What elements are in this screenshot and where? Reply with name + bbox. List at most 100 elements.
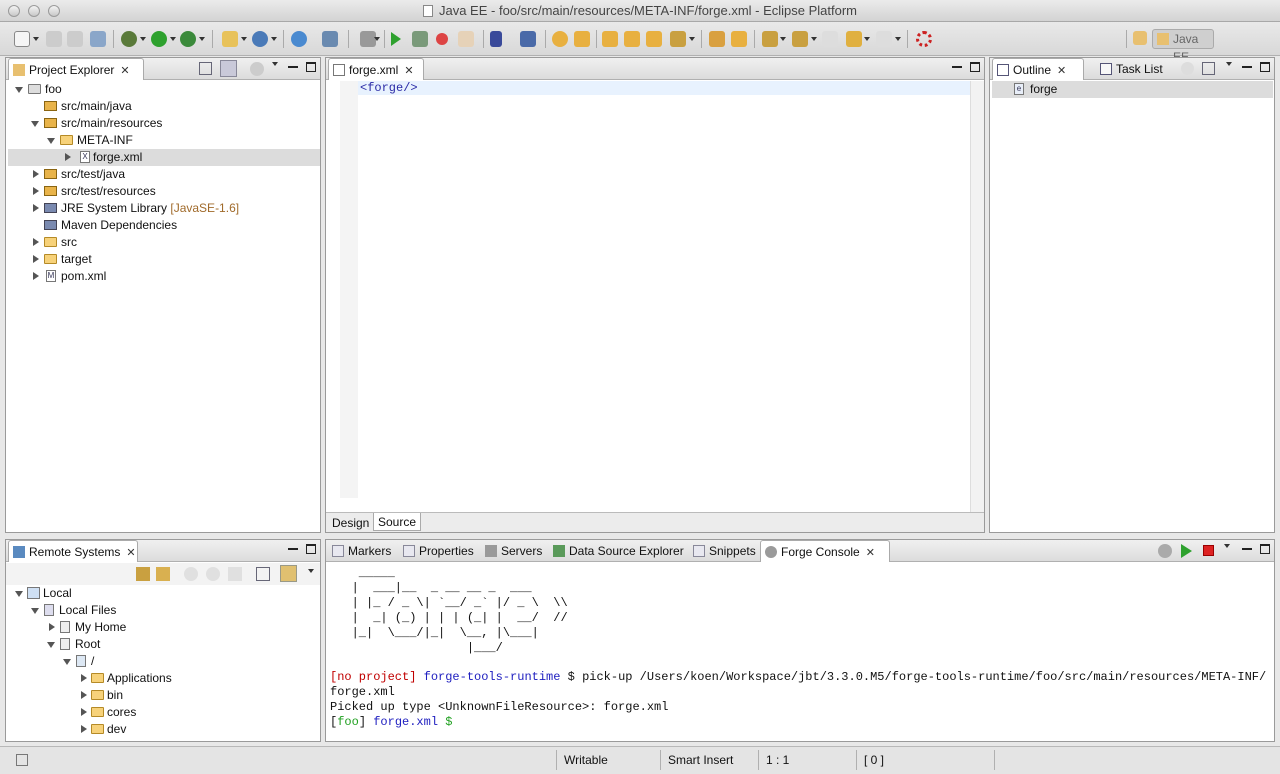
tab-source[interactable]: Source [373, 513, 422, 531]
start-server-icon[interactable] [391, 32, 401, 46]
settings-icon[interactable] [1158, 544, 1172, 558]
chevron-down-icon[interactable] [170, 37, 176, 41]
chevron-down-icon[interactable] [1226, 62, 1232, 66]
tree-item-src-test-java[interactable]: src/test/java [6, 166, 320, 183]
tree-item-src-main-java[interactable]: src/main/java [6, 98, 320, 115]
chevron-down-icon[interactable] [272, 62, 278, 66]
tree-item-local[interactable]: Local [6, 585, 320, 602]
toggle-mark-icon[interactable] [709, 31, 725, 47]
stop-server-icon[interactable] [436, 33, 448, 45]
minimize-button[interactable] [288, 62, 298, 68]
publish-icon[interactable] [458, 31, 474, 47]
search-icon[interactable] [670, 31, 686, 47]
tree-item-target[interactable]: target [6, 251, 320, 268]
chevron-down-icon[interactable] [1224, 544, 1230, 548]
view-menu-icon[interactable] [250, 62, 264, 76]
chevron-down-icon[interactable] [864, 37, 870, 41]
close-icon[interactable]: ✕ [404, 65, 413, 77]
tree-item-applications[interactable]: Applications [6, 670, 320, 687]
previous-annotation-icon[interactable] [792, 31, 808, 47]
expand-icon[interactable] [33, 238, 39, 246]
next-annotation-icon[interactable] [762, 31, 778, 47]
collapse-all-icon[interactable] [256, 567, 270, 581]
expand-icon[interactable] [81, 725, 87, 733]
forge-icon[interactable] [520, 31, 536, 47]
tree-item-maven-dependencies[interactable]: Maven Dependencies [6, 217, 320, 234]
perspective-java-ee[interactable]: Java EE [1152, 29, 1214, 64]
expand-icon[interactable] [33, 170, 39, 178]
expand-icon[interactable] [81, 708, 87, 716]
debug-icon[interactable] [121, 31, 137, 47]
tree-item-bin[interactable]: bin [6, 687, 320, 704]
maximize-button[interactable] [1260, 62, 1270, 72]
collapse-all-icon[interactable] [199, 62, 212, 75]
maximize-button[interactable] [1260, 544, 1270, 554]
tree-item-root[interactable]: Root [6, 636, 320, 653]
expand-icon[interactable] [47, 138, 55, 144]
tab-servers[interactable]: Servers [481, 540, 542, 562]
chevron-down-icon[interactable] [308, 569, 314, 573]
collapse-all-icon[interactable] [1202, 62, 1215, 75]
tab-project-explorer[interactable]: Project Explorer ✕ [8, 58, 144, 80]
open-perspective-icon[interactable] [1133, 31, 1147, 45]
maximize-button[interactable] [306, 62, 316, 72]
minimize-window-button[interactable] [28, 5, 40, 17]
tab-outline[interactable]: Outline ✕ [992, 58, 1084, 80]
chevron-down-icon[interactable] [689, 37, 695, 41]
expand-icon[interactable] [49, 623, 55, 631]
chevron-down-icon[interactable] [895, 37, 901, 41]
last-edit-icon[interactable] [822, 31, 838, 47]
expand-icon[interactable] [47, 642, 55, 648]
expand-icon[interactable] [81, 691, 87, 699]
forward-icon[interactable] [206, 567, 220, 581]
expand-icon[interactable] [33, 187, 39, 195]
minimize-button[interactable] [952, 62, 962, 68]
up-icon[interactable] [228, 567, 242, 581]
chevron-down-icon[interactable] [140, 37, 146, 41]
tree-item-src-test-resources[interactable]: src/test/resources [6, 183, 320, 200]
minimize-button[interactable] [1242, 62, 1252, 68]
close-icon[interactable]: ✕ [866, 547, 875, 559]
tree-item-local-files[interactable]: Local Files [6, 602, 320, 619]
tree-item-pom-xml[interactable]: M pom.xml [6, 268, 320, 285]
hide-icon[interactable] [1181, 62, 1194, 75]
tree-item-dev[interactable]: dev [6, 721, 320, 738]
chevron-down-icon[interactable] [780, 37, 786, 41]
minimize-button[interactable] [1242, 544, 1252, 550]
run-external-icon[interactable] [180, 31, 196, 47]
tree-item-cores[interactable]: cores [6, 704, 320, 721]
expand-icon[interactable] [33, 272, 39, 280]
new-server-icon[interactable] [252, 31, 268, 47]
expand-icon[interactable] [31, 121, 39, 127]
tree-item-foo[interactable]: foo [6, 81, 320, 98]
print-icon[interactable] [90, 31, 106, 47]
maximize-button[interactable] [306, 544, 316, 554]
chevron-down-icon[interactable] [374, 37, 380, 41]
overview-ruler[interactable] [970, 81, 984, 512]
web-browser-icon[interactable] [291, 31, 307, 47]
refresh-icon[interactable] [156, 567, 170, 581]
new-connection-icon[interactable] [136, 567, 150, 581]
tab-snippets[interactable]: Snippets [689, 540, 756, 562]
outline-item-forge[interactable]: e forge [992, 81, 1273, 98]
tree-item-meta-inf[interactable]: META-INF [6, 132, 320, 149]
back-icon[interactable] [846, 31, 862, 47]
tree-item-my-home[interactable]: My Home [6, 619, 320, 636]
minimize-button[interactable] [288, 544, 298, 550]
open-folder-icon[interactable] [574, 31, 590, 47]
new-package-icon[interactable] [602, 31, 618, 47]
editor-text[interactable]: <forge/> [360, 81, 418, 95]
chevron-down-icon[interactable] [271, 37, 277, 41]
stop-forge-icon[interactable] [1203, 545, 1214, 556]
new-interface-icon[interactable] [646, 31, 662, 47]
close-icon[interactable]: ✕ [126, 547, 135, 559]
expand-icon[interactable] [31, 608, 39, 614]
zoom-window-button[interactable] [48, 5, 60, 17]
start-forge-icon[interactable] [1181, 544, 1192, 558]
tab-properties[interactable]: Properties [399, 540, 474, 562]
open-type-icon[interactable] [322, 31, 338, 47]
tab-remote-systems[interactable]: Remote Systems ✕ [8, 540, 138, 562]
new-class-icon[interactable] [624, 31, 640, 47]
forge-console-output[interactable]: _____ | ___|__ _ __ __ _ ___ | |_ / _ \|… [330, 566, 1270, 738]
tab-task-list[interactable]: Task List [1096, 58, 1163, 80]
